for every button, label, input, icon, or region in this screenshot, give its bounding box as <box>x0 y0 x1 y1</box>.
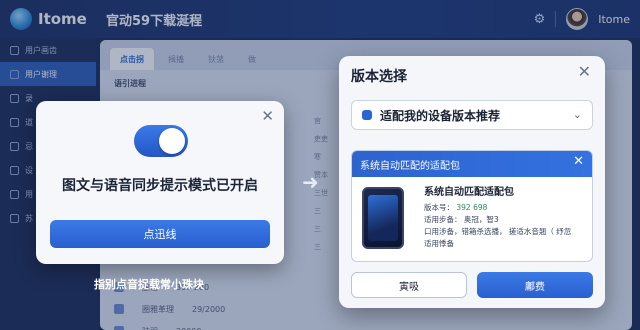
version-value: 392 698 <box>456 203 488 212</box>
toggle-message: 图文与语音同步提示模式已开启 <box>62 178 258 194</box>
ok-button[interactable]: 鄘费 <box>477 272 593 298</box>
phone-icon <box>362 187 404 249</box>
toggle-knob <box>159 128 185 154</box>
card-header: 系统自动匹配的适配包 <box>352 151 592 177</box>
version-select[interactable]: 适配我的设备版本推荐 ⌄ <box>351 100 593 130</box>
caption-text: 指别点音捉载常小珠块 <box>94 278 204 291</box>
version-label: 版本号： <box>424 203 454 212</box>
detail-line: 适用悸备 <box>424 239 454 248</box>
sync-mode-toggle[interactable] <box>134 125 188 157</box>
phone-screen <box>368 195 398 241</box>
steps-label: 适用步备： <box>424 215 462 224</box>
version-select-dialog: 版本选择 ✕ 适配我的设备版本推荐 ⌄ 系统自动匹配的适配包 ✕ 系统自动匹配适… <box>339 56 605 308</box>
arrow-right-icon: ➜ <box>302 170 319 194</box>
close-icon[interactable]: ✕ <box>578 62 591 81</box>
close-icon[interactable]: ✕ <box>573 154 584 169</box>
version-line: 版本号： 392 698 <box>424 202 590 214</box>
confirm-button[interactable]: 点迅线 <box>50 220 270 248</box>
checkbox-icon <box>362 110 372 120</box>
cancel-button[interactable]: 寅吸 <box>351 272 467 298</box>
select-value: 适配我的设备版本推荐 <box>380 108 501 123</box>
matched-package-card: 系统自动匹配的适配包 ✕ 系统自动匹配适配包 版本号： 392 698 适用步备… <box>351 150 593 262</box>
package-title: 系统自动匹配适配包 <box>424 187 514 198</box>
toggle-notice-card: ✕ 图文与语音同步提示模式已开启 点迅线 <box>36 101 284 264</box>
steps-line: 适用步备： 奥冠，智3 <box>424 214 590 226</box>
detail-line: 口用涉备，错箱杀选播， 搓适水音翘（ 纾忽 <box>424 227 572 236</box>
steps-value: 奥冠，智3 <box>463 215 499 224</box>
card-body: 系统自动匹配适配包 版本号： 392 698 适用步备： 奥冠，智3 口用涉备，… <box>424 183 590 250</box>
chevron-down-icon: ⌄ <box>572 108 582 121</box>
close-icon[interactable]: ✕ <box>261 107 274 125</box>
dialog-title: 版本选择 <box>351 69 407 85</box>
